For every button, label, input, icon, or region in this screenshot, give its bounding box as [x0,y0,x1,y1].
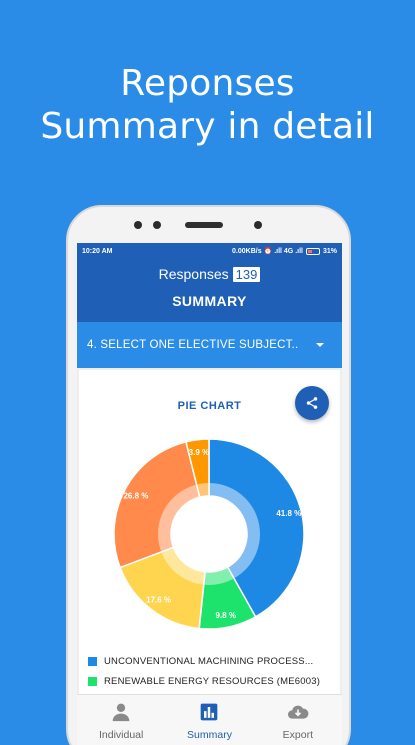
battery-percent: 31% [322,247,337,255]
phone-top-bezel [68,207,349,245]
chart-card: PIE CHART 41.8 % 9.8 % 17.6 % 26.8 % 3.9 % U… [79,370,340,707]
page-title: SUMMARY [172,293,247,309]
status-time: 10:20 AM [82,247,113,255]
sensor-dot [153,221,161,229]
nav-item-export[interactable]: Export [254,695,342,745]
battery-icon [305,247,320,255]
phone-frame: 10:20 AM 0.00KB/s ⏰ .ıll 4G .ıll 31% Res… [66,205,351,745]
share-icon [306,397,318,409]
earpiece-speaker [185,222,223,228]
pie-chart-svg: 41.8 % 9.8 % 17.6 % 26.8 % 3.9 % [113,438,305,630]
app-screen: 10:20 AM 0.00KB/s ⏰ .ıll 4G .ıll 31% Res… [77,243,342,745]
share-button[interactable] [295,386,329,420]
nav-label: Summary [187,729,232,741]
promo-headline: Reponses Summary in detail [0,62,415,148]
pie-slice-label: 3.9 % [189,448,209,457]
responses-count: 139 [232,266,261,282]
legend-item: UNCONVENTIONAL MACHINING PROCESS... [88,651,338,671]
pie-slice-label: 26.8 % [123,492,148,501]
legend-item: RENEWABLE ENERGY RESOURCES (ME6003) [88,671,338,691]
cloud-download-icon [287,702,309,725]
question-dropdown-value: 4. SELECT ONE ELECTIVE SUBJECT.. [87,339,299,351]
legend-swatch [88,676,97,686]
donut-inner-ring [158,483,260,585]
status-bar: 10:20 AM 0.00KB/s ⏰ .ıll 4G .ıll 31% [77,243,342,259]
pie-chart: 41.8 % 9.8 % 17.6 % 26.8 % 3.9 % [79,428,340,640]
legend-swatch [88,656,97,666]
app-bar: Responses 139 SUMMARY [77,259,342,322]
bar-chart-icon [199,702,219,725]
nav-item-summary[interactable]: Summary [165,695,253,745]
status-indicators: 0.00KB/s ⏰ .ıll 4G .ıll [232,248,303,255]
pie-slice-label: 41.8 % [276,509,301,518]
sensor-dot [134,221,142,229]
promo-line-1: Reponses [120,63,295,104]
responses-label: Responses [158,266,229,282]
pie-slice-label: 9.8 % [216,611,236,620]
person-icon [111,702,131,725]
pie-slice-label: 17.6 % [146,595,171,604]
nav-item-individual[interactable]: Individual [77,695,165,745]
question-dropdown[interactable]: 4. SELECT ONE ELECTIVE SUBJECT.. [77,322,342,368]
promo-line-2: Summary in detail [40,106,375,147]
legend-label: RENEWABLE ENERGY RESOURCES (ME6003) [104,675,321,687]
pie-slice[interactable] [113,440,201,569]
front-camera [254,221,262,229]
nav-label: Export [282,729,313,741]
legend-label: UNCONVENTIONAL MACHINING PROCESS... [104,655,314,667]
bottom-navigation: Individual Summary Export [77,694,342,745]
nav-label: Individual [98,729,144,741]
chevron-down-icon [316,343,324,347]
